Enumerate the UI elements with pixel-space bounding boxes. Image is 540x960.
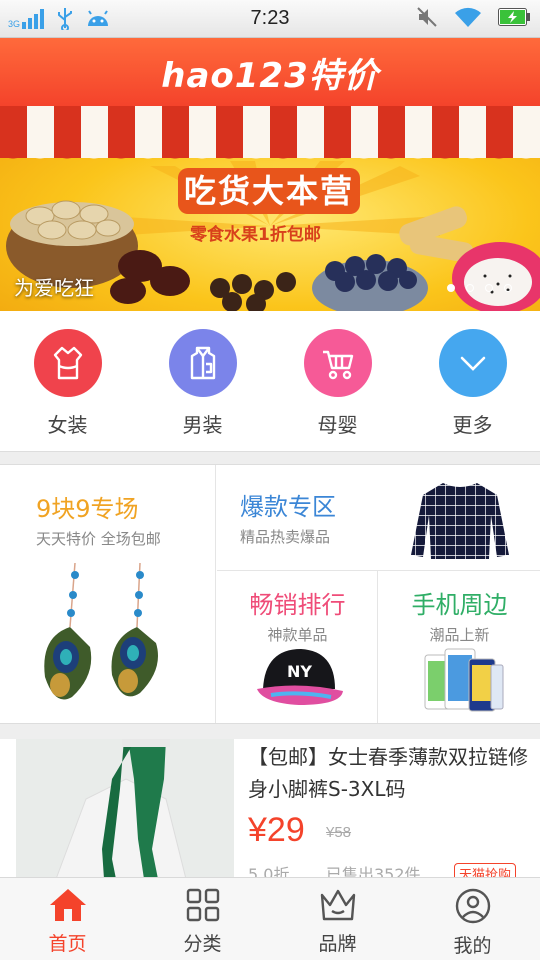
app-header: hao123特价 [0, 38, 540, 106]
nav-brand[interactable]: 品牌 [270, 878, 405, 960]
product-image [16, 739, 234, 879]
grid-icon [186, 888, 219, 922]
section-divider [0, 723, 540, 739]
category-baby[interactable]: 母婴 [270, 311, 405, 451]
promo-banner[interactable]: 吃货大本营 零食水果1折包邮 为爱吃狂 [0, 106, 540, 311]
promo-title: 畅销排行 [249, 591, 346, 619]
promo-title: 手机周边 [411, 591, 508, 619]
stroller-icon [303, 329, 372, 397]
app-logo: hao123特价 [161, 55, 379, 96]
carousel-indicator[interactable] [447, 284, 512, 292]
nav-label: 分类 [183, 933, 222, 955]
nav-label: 我的 [453, 935, 492, 957]
product-card[interactable]: 【包邮】女士春季薄款双拉链修身小脚裤S-3XL码 ¥29 ¥58 5.0折 已售… [0, 739, 540, 879]
banner-title: 吃货大本营 [178, 168, 360, 214]
sweater-image [411, 483, 509, 559]
promo-subtitle: 神款单品 [267, 626, 328, 644]
nav-category[interactable]: 分类 [135, 878, 270, 960]
category-label: 男装 [182, 413, 223, 437]
carousel-dot[interactable] [447, 284, 455, 292]
category-men[interactable]: 男装 [135, 311, 270, 451]
category-label: 母婴 [317, 413, 358, 437]
crown-icon [320, 889, 355, 921]
phones-image [424, 648, 504, 712]
promo-title: 9块9专场 [36, 495, 139, 523]
category-row: 女装 男装 母婴 更多 [0, 311, 540, 451]
earrings-image [44, 562, 158, 700]
dress-icon [33, 329, 102, 397]
carousel-dot[interactable] [504, 284, 512, 292]
promo-grid: 9块9专场 天天特价 全场包邮 爆款专区 精品热卖爆品 畅销排行 神款单品 NY… [0, 465, 540, 723]
promo-best-sellers[interactable]: 畅销排行 神款单品 NY [217, 571, 378, 723]
carousel-dot[interactable] [466, 284, 474, 292]
wifi-icon [455, 7, 481, 28]
product-title: 【包邮】女士春季薄款双拉链修身小脚裤S-3XL码 [248, 745, 528, 801]
promo-hot-items[interactable]: 爆款专区 精品热卖爆品 [217, 465, 540, 571]
svg-text:NY: NY [287, 662, 312, 681]
user-icon [455, 888, 490, 924]
home-icon [49, 889, 86, 921]
nav-label: 品牌 [318, 933, 357, 955]
status-bar: 3G 7:23 [0, 0, 540, 38]
promo-subtitle: 精品热卖爆品 [240, 528, 331, 546]
cap-image: NY [257, 649, 343, 705]
bottom-nav: 首页 分类 品牌 我的 [0, 877, 540, 960]
shirt-icon [168, 329, 237, 397]
promo-title: 爆款专区 [240, 493, 336, 521]
banner-subtitle: 零食水果1折包邮 [190, 225, 321, 245]
promo-phone-accessories[interactable]: 手机周边 潮品上新 [379, 571, 540, 723]
category-label: 更多 [452, 413, 493, 437]
product-original-price: ¥58 [326, 824, 352, 841]
carousel-dot[interactable] [485, 284, 493, 292]
nav-mine[interactable]: 我的 [405, 878, 540, 960]
product-price: ¥29 [248, 811, 305, 849]
battery-icon [498, 8, 530, 26]
promo-nine-yuan[interactable]: 9块9专场 天天特价 全场包邮 [0, 465, 216, 723]
nav-home[interactable]: 首页 [0, 878, 135, 960]
mute-icon [417, 7, 437, 27]
section-divider [0, 451, 540, 465]
category-label: 女装 [47, 413, 88, 437]
banner-caption: 为爱吃狂 [14, 276, 94, 300]
promo-subtitle: 天天特价 全场包邮 [36, 530, 161, 548]
nav-label: 首页 [48, 933, 87, 955]
category-women[interactable]: 女装 [0, 311, 135, 451]
chevron-down-icon [438, 329, 507, 397]
category-more[interactable]: 更多 [405, 311, 540, 451]
